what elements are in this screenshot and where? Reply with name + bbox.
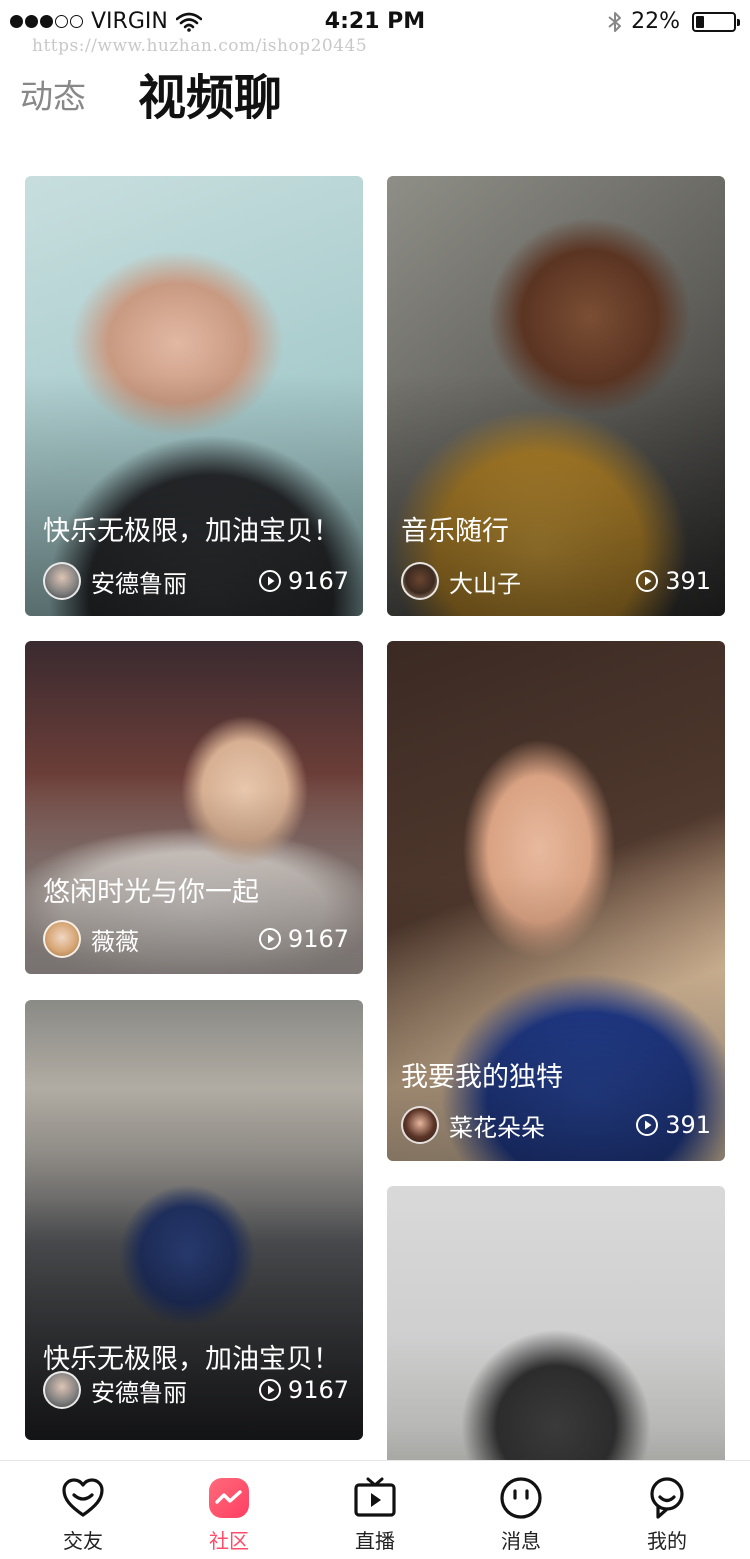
play-count: 9167: [258, 925, 349, 953]
video-meta: 薇薇 9167: [43, 918, 349, 960]
play-count-value: 9167: [287, 1376, 349, 1404]
community-wave-icon: [209, 1478, 249, 1518]
tab-dynamics[interactable]: 动态: [20, 70, 86, 128]
play-count-value: 391: [665, 1111, 711, 1139]
video-card[interactable]: 快乐无极限，加油宝贝！ 安德鲁丽 9167: [25, 176, 363, 616]
play-count-value: 9167: [287, 567, 349, 595]
face-message-icon: [500, 1477, 542, 1519]
author-name[interactable]: 薇薇: [91, 922, 258, 957]
video-meta: 安德鲁丽 9167: [43, 560, 349, 602]
video-title: 音乐随行: [401, 516, 509, 547]
play-count: 391: [635, 567, 711, 595]
play-circle-icon: [636, 570, 659, 592]
nav-label: 交友: [63, 1529, 103, 1553]
video-meta: 安德鲁丽 9167: [43, 1369, 349, 1411]
tab-video-chat[interactable]: 视频聊: [138, 58, 282, 128]
avatar[interactable]: [43, 920, 81, 958]
avatar[interactable]: [43, 562, 81, 600]
avatar[interactable]: [401, 562, 439, 600]
battery-level: [696, 15, 704, 28]
video-meta: 菜花朵朵 391: [401, 1104, 711, 1146]
avatar[interactable]: [401, 1106, 439, 1144]
author-name[interactable]: 安德鲁丽: [91, 1373, 258, 1408]
watermark-text: https://www.huzhan.com/ishop20445: [32, 36, 368, 56]
nav-label: 消息: [501, 1529, 541, 1553]
video-card[interactable]: 音乐随行 大山子 391: [387, 176, 725, 616]
battery-percent: 22%: [631, 9, 680, 34]
play-circle-icon: [258, 570, 281, 592]
video-title: 悠闲时光与你一起: [43, 877, 259, 908]
video-meta: 大山子 391: [401, 560, 711, 602]
avatar[interactable]: [43, 1371, 81, 1409]
bluetooth-icon: [608, 11, 622, 32]
nav-item-messages[interactable]: 消息: [446, 1461, 596, 1559]
user-profile-icon: [650, 1477, 684, 1519]
nav-label: 我的: [647, 1529, 687, 1553]
video-card[interactable]: [387, 1186, 725, 1486]
nav-label: 直播: [355, 1529, 395, 1553]
video-card[interactable]: 快乐无极限，加油宝贝！ 安德鲁丽 9167: [25, 1000, 363, 1440]
heart-smile-icon: [62, 1478, 104, 1517]
battery-icon: [692, 11, 740, 32]
bottom-tab-bar: 交友 社区 直播 消息 我的: [0, 1460, 750, 1559]
author-name[interactable]: 菜花朵朵: [449, 1108, 635, 1143]
nav-item-community[interactable]: 社区: [154, 1461, 304, 1559]
author-name[interactable]: 安德鲁丽: [91, 564, 258, 599]
video-card[interactable]: 悠闲时光与你一起 薇薇 9167: [25, 641, 363, 974]
play-circle-icon: [636, 1114, 659, 1136]
video-card[interactable]: 我要我的独特 菜花朵朵 391: [387, 641, 725, 1161]
nav-item-friends[interactable]: 交友: [8, 1461, 158, 1559]
video-title: 快乐无极限，加油宝贝！: [43, 516, 340, 547]
status-right: 22%: [607, 9, 740, 34]
play-circle-icon: [258, 928, 281, 950]
nav-item-profile[interactable]: 我的: [592, 1461, 742, 1559]
author-name[interactable]: 大山子: [449, 564, 635, 599]
play-count-value: 9167: [287, 925, 349, 953]
play-circle-icon: [258, 1379, 281, 1401]
play-count: 391: [635, 1111, 711, 1139]
video-title: 我要我的独特: [401, 1062, 563, 1093]
nav-item-live[interactable]: 直播: [300, 1461, 450, 1559]
play-count: 9167: [258, 567, 349, 595]
play-count-value: 391: [665, 567, 711, 595]
tv-play-icon: [354, 1477, 396, 1517]
nav-label: 社区: [209, 1529, 249, 1553]
play-count: 9167: [258, 1376, 349, 1404]
header-tabs: 动态 视频聊: [20, 68, 282, 128]
